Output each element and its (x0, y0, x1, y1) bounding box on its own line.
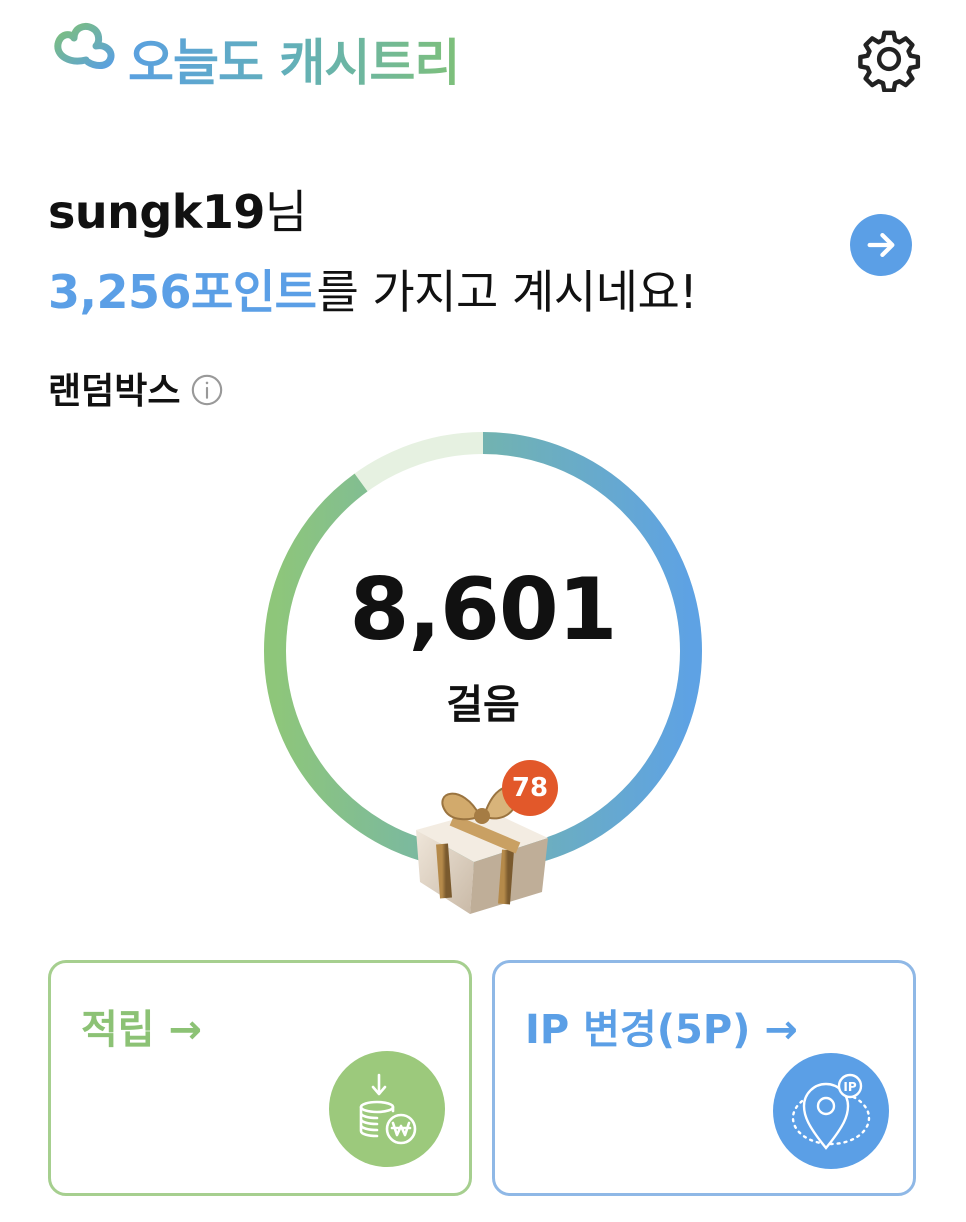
username-line: sungk19님 (48, 176, 697, 242)
points-value: 3,256포인트 (48, 265, 317, 319)
username: sungk19 (48, 185, 265, 239)
points-line: 3,256포인트를 가지고 계시네요! (48, 256, 698, 322)
points-detail-button[interactable] (850, 214, 912, 276)
header: 오늘도 캐시트리 (0, 0, 966, 120)
ip-change-card[interactable]: IP 변경(5P) → IP (492, 960, 916, 1196)
username-suffix: 님 (264, 185, 307, 239)
app-title: 오늘도 캐시트리 (128, 23, 460, 95)
gift-count-badge: 78 (502, 760, 558, 816)
random-box-title: 랜덤박스 (48, 371, 181, 412)
svg-text:IP: IP (843, 1080, 856, 1094)
tree-logo-icon (54, 22, 115, 94)
app-logo: 오늘도 캐시트리 (48, 20, 460, 98)
points-message: 를 가지고 계시네요! (316, 265, 698, 319)
greeting: sungk19님 3,256포인트를 가지고 계시네요! (48, 176, 698, 322)
arrow-right-icon (867, 232, 895, 258)
gear-icon[interactable] (856, 26, 922, 92)
step-count: 8,601 (349, 560, 617, 660)
earn-card[interactable]: 적립 → (48, 960, 472, 1196)
location-ip-icon: IP (791, 1073, 871, 1150)
ip-card-title: IP 변경(5P) → (525, 1007, 798, 1053)
info-icon[interactable] (190, 373, 224, 407)
coins-won-icon (359, 1073, 417, 1145)
earn-icon-circle (329, 1051, 445, 1167)
random-box-header: 랜덤박스 (48, 362, 224, 414)
earn-card-title: 적립 → (81, 1007, 203, 1053)
ip-icon-circle: IP (773, 1053, 889, 1169)
step-unit: 걸음 (446, 682, 520, 728)
